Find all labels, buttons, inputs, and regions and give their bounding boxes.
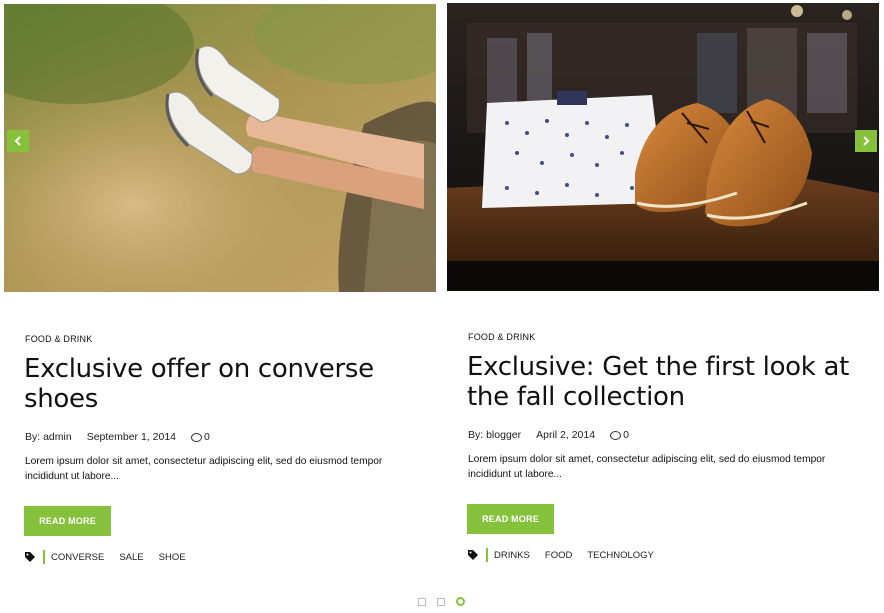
chevron-right-icon <box>863 136 870 146</box>
post-card: FOOD & DRINK Exclusive offer on converse… <box>4 0 436 590</box>
chevron-left-icon <box>14 136 21 146</box>
post-author[interactable]: By: blogger <box>468 429 521 441</box>
pagination-dot-1[interactable] <box>418 597 426 606</box>
post-title[interactable]: Exclusive: Get the first look at the fal… <box>467 352 867 412</box>
comment-icon <box>610 430 622 440</box>
post-title[interactable]: Exclusive offer on converse shoes <box>24 354 424 414</box>
pagination-dot-2[interactable] <box>437 597 445 606</box>
carousel-pagination <box>418 597 476 606</box>
tags-divider <box>486 548 488 562</box>
comment-icon <box>191 432 202 442</box>
tags-divider <box>43 550 45 564</box>
post-image-converse-shoes[interactable] <box>4 4 436 292</box>
post-meta: By: admin September 1, 2014 0 <box>25 431 210 443</box>
read-more-button[interactable]: READ MORE <box>467 504 554 534</box>
post-image-fall-collection[interactable] <box>447 3 879 291</box>
tag-link[interactable]: SALE <box>119 552 143 563</box>
tag-link[interactable]: CONVERSE <box>51 552 104 563</box>
blog-carousel: FOOD & DRINK Exclusive offer on converse… <box>0 0 884 613</box>
post-excerpt: Lorem ipsum dolor sit amet, consectetur … <box>25 456 383 482</box>
carousel-next-button[interactable] <box>855 130 877 152</box>
post-category[interactable]: FOOD & DRINK <box>468 332 535 342</box>
post-tags: CONVERSE SALE SHOE <box>25 550 201 564</box>
post-author[interactable]: By: admin <box>25 431 72 443</box>
read-more-button[interactable]: READ MORE <box>24 506 111 536</box>
post-comments[interactable]: 0 <box>191 431 210 443</box>
tag-icon <box>468 550 478 560</box>
tag-icon <box>25 552 35 562</box>
post-meta: By: blogger April 2, 2014 0 <box>468 429 629 441</box>
post-category[interactable]: FOOD & DRINK <box>25 334 92 344</box>
tag-link[interactable]: FOOD <box>545 550 572 561</box>
carousel-prev-button[interactable] <box>7 130 29 152</box>
post-comments[interactable]: 0 <box>610 429 629 441</box>
tag-link[interactable]: TECHNOLOGY <box>587 550 654 561</box>
post-date: April 2, 2014 <box>536 429 596 441</box>
post-excerpt: Lorem ipsum dolor sit amet, consectetur … <box>468 454 826 480</box>
comment-count: 0 <box>623 429 629 441</box>
post-tags: DRINKS FOOD TECHNOLOGY <box>468 548 669 562</box>
comment-count: 0 <box>204 431 210 443</box>
post-date: September 1, 2014 <box>86 431 176 443</box>
post-card: FOOD & DRINK Exclusive: Get the first lo… <box>447 0 879 590</box>
tag-link[interactable]: DRINKS <box>494 550 530 561</box>
pagination-dot-3[interactable] <box>456 597 465 606</box>
tag-link[interactable]: SHOE <box>159 552 186 563</box>
